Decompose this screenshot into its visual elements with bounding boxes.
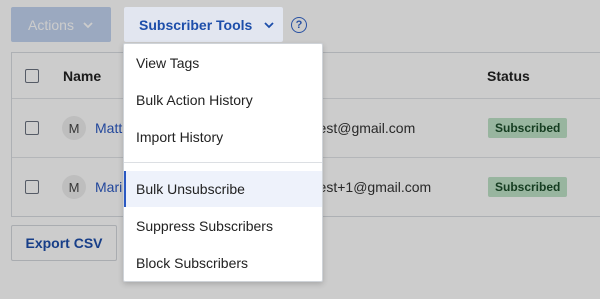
menu-item-bulk-action-history[interactable]: Bulk Action History xyxy=(124,82,322,118)
subscriber-tools-label: Subscriber Tools xyxy=(139,16,253,33)
subscriber-tools-button-open[interactable]: Subscriber Tools xyxy=(124,7,283,42)
chevron-down-icon xyxy=(264,21,274,28)
menu-item-view-tags[interactable]: View Tags xyxy=(124,45,322,81)
menu-item-block-subscribers[interactable]: Block Subscribers xyxy=(124,245,322,281)
menu-divider xyxy=(124,162,322,163)
subscriber-tools-menu: View Tags Bulk Action History Import His… xyxy=(123,43,323,282)
menu-item-suppress-subscribers[interactable]: Suppress Subscribers xyxy=(124,208,322,244)
menu-item-import-history[interactable]: Import History xyxy=(124,119,322,155)
menu-item-bulk-unsubscribe[interactable]: Bulk Unsubscribe xyxy=(124,171,322,207)
